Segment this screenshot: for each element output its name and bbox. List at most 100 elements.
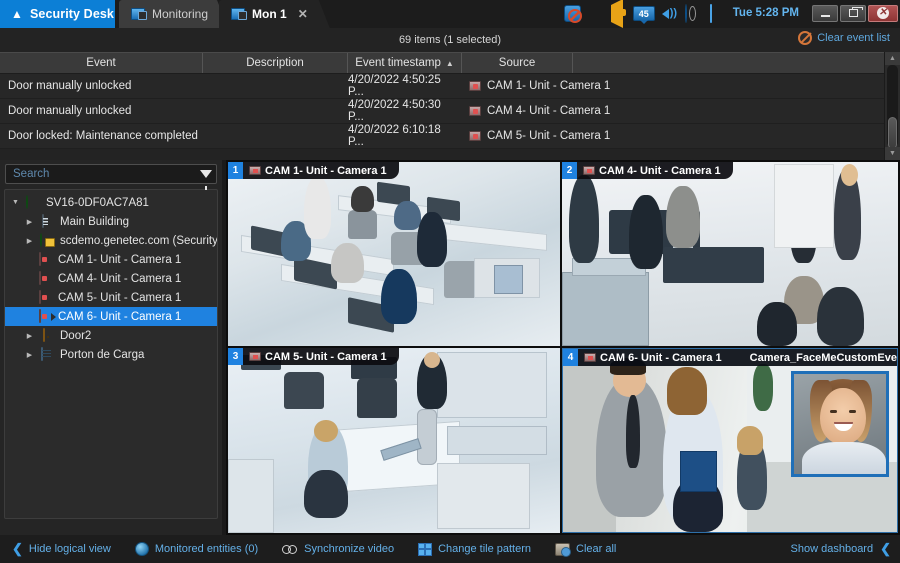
minimize-button[interactable] <box>812 5 838 22</box>
event-table-body: Door manually unlocked 4/20/2022 4:50:25… <box>0 74 900 149</box>
tree-item-main-building[interactable]: ▶ Main Building <box>5 212 217 231</box>
event-count-icon[interactable]: 45 <box>633 6 655 21</box>
face-skin <box>820 388 866 444</box>
camera-icon <box>469 106 481 116</box>
system-tray: 45 Tue 5:28 PM ✕ <box>564 1 900 25</box>
horn-icon[interactable] <box>610 5 627 22</box>
sync-icon <box>282 545 298 553</box>
hide-logical-view-label: Hide logical view <box>29 543 111 555</box>
tree-item-porton-de-carga[interactable]: ▶ Porton de Carga <box>5 345 217 364</box>
chevron-right-icon[interactable]: ▶ <box>24 218 35 226</box>
change-tile-pattern-button[interactable]: Change tile pattern <box>406 543 543 556</box>
scrollbar-thumb[interactable] <box>888 117 897 149</box>
cell-source-label: CAM 5- Unit - Camera 1 <box>487 130 610 142</box>
clear-event-list-button[interactable]: Clear event list <box>798 31 890 45</box>
speaker-icon[interactable] <box>661 5 678 22</box>
tab-mon-1[interactable]: Mon 1 ✕ <box>219 0 330 28</box>
bell-icon[interactable] <box>587 5 604 22</box>
chevron-down-icon[interactable]: ▼ <box>10 199 21 206</box>
chevron-right-icon[interactable]: ▶ <box>24 351 35 359</box>
column-header-description-label: Description <box>246 57 304 69</box>
tree-item-scdemo[interactable]: ▶ scdemo.genetec.com (Security Cent <box>5 231 217 250</box>
clock: Tue 5:28 PM <box>730 7 806 19</box>
tree-item-cam-6[interactable]: CAM 6- Unit - Camera 1 <box>5 307 217 326</box>
chevron-right-icon: ❮ <box>880 541 891 557</box>
face-eye-left <box>830 410 837 413</box>
entity-tree[interactable]: ▼ SV16-0DF0AC7A81 ▶ Main Building ▶ scde… <box>4 189 218 519</box>
no-entry-icon[interactable] <box>564 5 581 22</box>
restore-button[interactable] <box>840 5 866 22</box>
filter-icon[interactable] <box>200 170 212 178</box>
show-dashboard-label: Show dashboard <box>791 543 874 555</box>
tree-item-sv16[interactable]: ▼ SV16-0DF0AC7A81 <box>5 193 217 212</box>
chevron-right-icon[interactable]: ▶ <box>24 332 35 340</box>
camera-icon <box>38 291 53 305</box>
close-icon[interactable]: ✕ <box>298 7 308 21</box>
table-row[interactable]: Door manually unlocked 4/20/2022 4:50:30… <box>0 99 900 124</box>
tree-item-cam-5[interactable]: CAM 5- Unit - Camera 1 <box>5 288 217 307</box>
monitored-entities-icon <box>135 542 149 556</box>
tree-item-label: Main Building <box>60 216 129 228</box>
tree-item-label: Porton de Carga <box>60 349 144 361</box>
title-bar: ▲ Security Desk Monitoring Mon 1 ✕ 45 Tu… <box>0 0 900 28</box>
video-feed-1 <box>228 162 560 346</box>
event-panel-toolbar: 69 items (1 selected) Clear event list <box>0 28 900 52</box>
tab-monitoring[interactable]: Monitoring <box>119 0 228 28</box>
cell-source: CAM 1- Unit - Camera 1 <box>462 74 682 99</box>
cell-description <box>203 124 348 149</box>
video-tile-1[interactable]: 1 CAM 1- Unit - Camera 1 <box>228 162 560 346</box>
home-icon: ▲ <box>11 8 23 20</box>
column-header-event-label: Event <box>86 57 115 69</box>
camera-video-icon <box>38 310 53 324</box>
cell-source: CAM 5- Unit - Camera 1 <box>462 124 682 149</box>
table-row[interactable]: Door manually unlocked 4/20/2022 4:50:25… <box>0 74 900 99</box>
monitored-entities-button[interactable]: Monitored entities (0) <box>123 542 270 556</box>
table-row[interactable]: Door locked: Maintenance completed 4/20/… <box>0 124 900 149</box>
tree-item-cam-4[interactable]: CAM 4- Unit - Camera 1 <box>5 269 217 288</box>
video-tile-1-header: 1 CAM 1- Unit - Camera 1 <box>228 162 399 179</box>
tree-item-label: scdemo.genetec.com (Security Cent <box>60 235 218 247</box>
event-list-scrollbar[interactable]: ▲ ▼ <box>884 52 900 160</box>
cell-timestamp: 4/20/2022 4:50:30 P... <box>348 99 462 124</box>
chevron-right-icon[interactable]: ▶ <box>24 237 35 245</box>
scrollbar-track[interactable] <box>887 65 898 147</box>
scroll-up-button[interactable]: ▲ <box>885 52 900 65</box>
video-feed-3 <box>228 348 560 533</box>
app-home-button[interactable]: ▲ Security Desk <box>0 0 115 28</box>
tile-title: CAM 1- Unit - Camera 1 <box>265 165 387 177</box>
hide-logical-view-button[interactable]: ❮ Hide logical view <box>0 541 123 557</box>
scroll-down-button[interactable]: ▼ <box>885 147 900 160</box>
tree-item-door2[interactable]: ▶ Door2 <box>5 326 217 345</box>
tile-pattern-icon <box>418 543 432 556</box>
close-icon: ✕ <box>877 7 889 19</box>
video-tile-2[interactable]: 2 CAM 4- Unit - Camera 1 <box>562 162 898 346</box>
tab-monitoring-label: Monitoring <box>152 7 208 21</box>
mobile-icon[interactable] <box>707 5 724 22</box>
column-header-event-timestamp[interactable]: Event timestamp ▲ <box>348 53 462 73</box>
cell-event: Door manually unlocked <box>0 99 203 124</box>
clear-all-button[interactable]: Clear all <box>543 543 628 556</box>
server-icon <box>26 196 41 210</box>
video-tile-3-header: 3 CAM 5- Unit - Camera 1 <box>228 348 399 365</box>
cell-description <box>203 99 348 124</box>
column-header-source[interactable]: Source <box>462 53 573 73</box>
column-header-description[interactable]: Description <box>203 53 348 73</box>
synchronize-video-button[interactable]: Synchronize video <box>270 543 406 555</box>
globe-icon[interactable] <box>684 5 701 22</box>
clear-event-list-icon <box>798 31 812 45</box>
close-button[interactable]: ✕ <box>868 5 898 22</box>
tile-title: CAM 4- Unit - Camera 1 <box>599 165 721 177</box>
tree-item-cam-1[interactable]: CAM 1- Unit - Camera 1 <box>5 250 217 269</box>
tile-number: 3 <box>228 348 243 365</box>
tile-title: CAM 5- Unit - Camera 1 <box>265 351 387 363</box>
building-icon <box>40 215 55 229</box>
video-tile-4[interactable]: 4 CAM 6- Unit - Camera 1 Camera_FaceMeCu… <box>562 348 898 533</box>
face-detection-thumbnail[interactable] <box>791 371 889 477</box>
search-input[interactable] <box>13 168 200 180</box>
search-box[interactable] <box>5 164 217 184</box>
video-tile-3[interactable]: 3 CAM 5- Unit - Camera 1 <box>228 348 560 533</box>
tree-item-label: Door2 <box>60 330 91 342</box>
camera-icon <box>249 352 261 361</box>
show-dashboard-button[interactable]: Show dashboard ❮ <box>791 541 900 557</box>
column-header-event[interactable]: Event <box>0 53 203 73</box>
